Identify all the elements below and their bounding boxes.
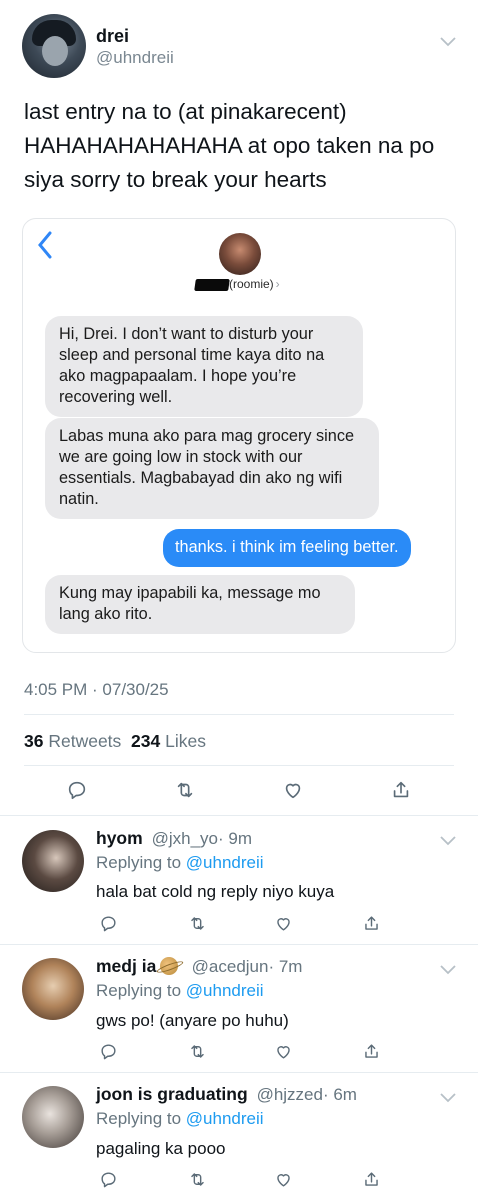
reply-author-handle[interactable]: @acedjun (192, 957, 269, 976)
heart-icon[interactable] (268, 1036, 298, 1066)
heart-icon[interactable] (278, 775, 308, 805)
divider (0, 944, 478, 945)
reply-author-handle[interactable]: @jxh_yo (152, 829, 218, 848)
mention-link[interactable]: @uhndreii (186, 1109, 264, 1128)
comment-icon[interactable] (93, 1036, 123, 1066)
chevron-left-icon (37, 231, 53, 264)
avatar[interactable] (22, 958, 84, 1020)
share-icon[interactable] (356, 1164, 386, 1194)
reply-text: hala bat cold ng reply niyo kuya (96, 882, 335, 901)
divider (0, 1072, 478, 1073)
reply-text: gws po! (anyare po huhu) (96, 1011, 289, 1030)
retweet-icon[interactable] (182, 908, 212, 938)
reply-author-name[interactable]: medj ia (96, 956, 156, 976)
redaction-mark (194, 279, 230, 291)
message-bubble-incoming: Kung may ipapabili ka, message mo lang a… (45, 575, 355, 634)
saturn-emoji-icon (160, 957, 179, 975)
tweet-timestamp: 4:05 PM · 07/30/25 (24, 680, 169, 699)
like-count[interactable]: 234 (131, 731, 160, 751)
tweet-text: last entry na to (at pinakarecent) HAHAH… (24, 99, 435, 192)
share-icon[interactable] (356, 1036, 386, 1066)
avatar[interactable] (22, 1086, 84, 1148)
message-bubble-incoming: Hi, Drei. I don’t want to disturb your s… (45, 316, 363, 417)
author-avatar[interactable] (22, 14, 86, 78)
divider (0, 815, 478, 816)
reply-header: joon is graduating @hjzzed· 6m (96, 1084, 357, 1105)
replying-to: Replying to @uhndreii (96, 1109, 264, 1128)
retweet-icon[interactable] (182, 1036, 212, 1066)
comment-icon[interactable] (93, 908, 123, 938)
replying-to: Replying to @uhndreii (96, 981, 264, 1000)
chevron-down-icon[interactable] (440, 833, 456, 851)
comment-icon[interactable] (62, 775, 92, 805)
divider (24, 765, 454, 766)
share-icon[interactable] (356, 908, 386, 938)
reply-author-handle[interactable]: @hjzzed (257, 1085, 323, 1104)
chevron-down-icon[interactable] (440, 962, 456, 980)
reply-header: hyom @jxh_yo· 9m (96, 828, 252, 849)
likes-label[interactable]: Likes (165, 731, 206, 751)
message-bubble-incoming: Labas muna ako para mag grocery since we… (45, 418, 379, 519)
reply-header: medj ia @acedjun· 7m (96, 956, 302, 977)
retweet-icon[interactable] (182, 1164, 212, 1194)
heart-icon[interactable] (268, 908, 298, 938)
share-icon[interactable] (386, 775, 416, 805)
author-name[interactable]: drei (96, 26, 129, 47)
retweets-label[interactable]: Retweets (48, 731, 121, 751)
reply-time: · 6m (322, 1085, 357, 1104)
reply-time: · 9m (217, 829, 252, 848)
heart-icon[interactable] (268, 1164, 298, 1194)
reply-author-name[interactable]: joon is graduating (96, 1084, 248, 1104)
contact-name: (roomie) › (229, 277, 280, 291)
reply-text: pagaling ka pooo (96, 1139, 226, 1158)
mention-link[interactable]: @uhndreii (186, 981, 264, 1000)
author-handle[interactable]: @uhndreii (96, 48, 174, 68)
reply-author-name[interactable]: hyom (96, 828, 143, 848)
attached-image[interactable]: (roomie) › Hi, Drei. I don’t want to dist… (22, 218, 456, 653)
replying-to: Replying to @uhndreii (96, 853, 264, 872)
chevron-down-icon[interactable] (440, 1090, 456, 1108)
contact-avatar (219, 233, 261, 275)
retweet-icon[interactable] (170, 775, 200, 805)
tweet-stats: 36 Retweets 234 Likes (24, 731, 206, 752)
chevron-down-icon[interactable] (440, 34, 456, 52)
comment-icon[interactable] (93, 1164, 123, 1194)
divider (24, 714, 454, 715)
retweet-count[interactable]: 36 (24, 731, 43, 751)
mention-link[interactable]: @uhndreii (186, 853, 264, 872)
message-bubble-outgoing: thanks. i think im feeling better. (163, 529, 411, 567)
avatar[interactable] (22, 830, 84, 892)
reply-time: · 7m (268, 957, 303, 976)
